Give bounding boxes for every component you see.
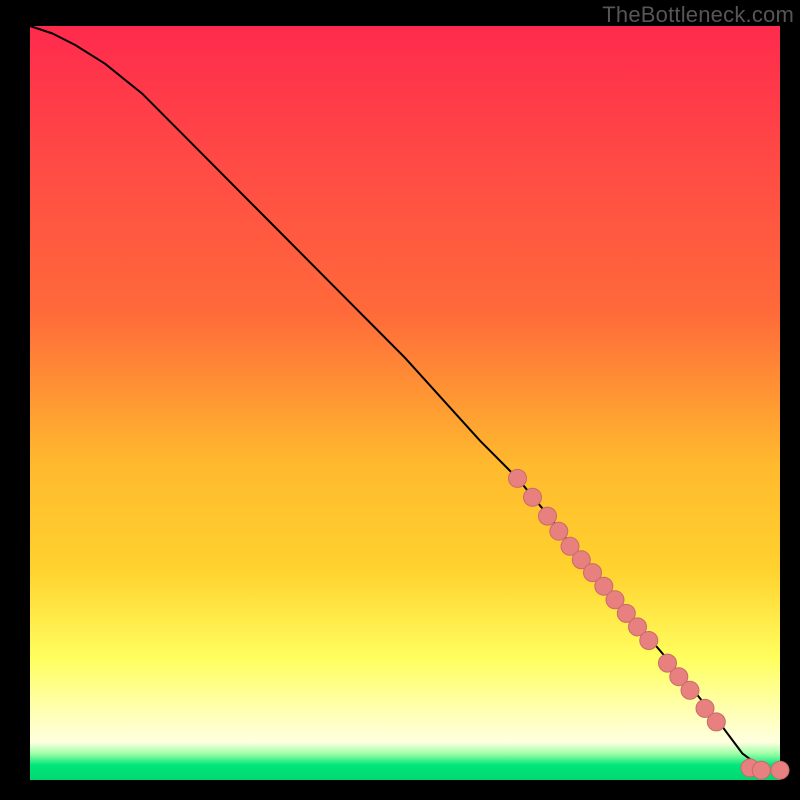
data-point bbox=[752, 761, 770, 779]
chart-svg bbox=[0, 0, 800, 800]
data-point bbox=[640, 632, 658, 650]
data-point bbox=[707, 713, 725, 731]
data-point bbox=[681, 681, 699, 699]
data-point bbox=[550, 522, 568, 540]
credit-label: TheBottleneck.com bbox=[602, 2, 794, 28]
data-point bbox=[509, 469, 527, 487]
chart-stage: TheBottleneck.com bbox=[0, 0, 800, 800]
data-point bbox=[539, 507, 557, 525]
data-point bbox=[524, 488, 542, 506]
data-point bbox=[771, 761, 789, 779]
